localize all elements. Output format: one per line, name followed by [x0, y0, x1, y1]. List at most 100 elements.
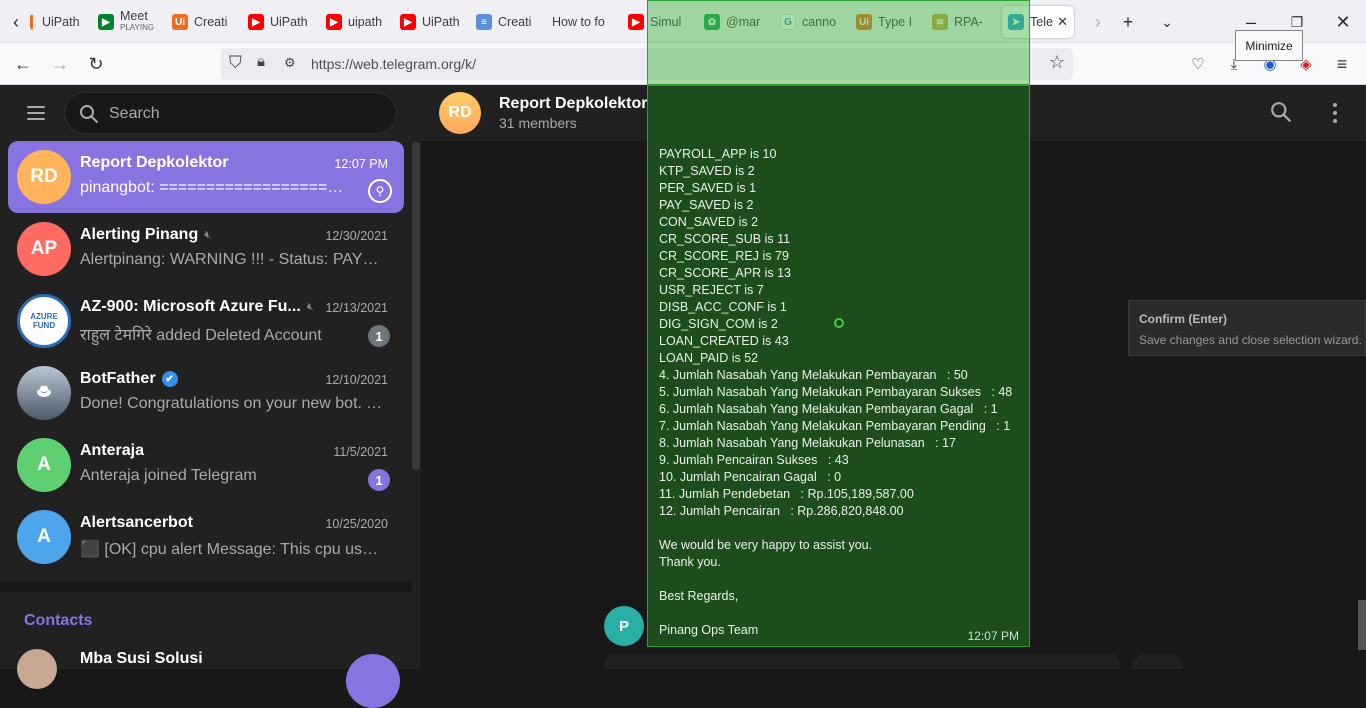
chat-member-count: 31 members — [499, 115, 577, 131]
avatar: AP — [17, 222, 71, 276]
chat-list-item[interactable]: AP Alerting Pinang 🔇︎ 12/30/2021 Alertpinang… — [8, 213, 404, 285]
window-close-button[interactable]: ✕ — [1329, 8, 1357, 36]
chat-avatar[interactable]: RD — [439, 92, 481, 134]
chat-list-item[interactable]: 🎩︎ BotFather ✔ 12/10/2021 Done! Congratulati… — [8, 357, 404, 429]
chat-title[interactable]: Report Depkolektor — [499, 95, 647, 113]
muted-icon: 🔇︎ — [204, 228, 212, 241]
chat-name-text: BotFather — [80, 370, 156, 387]
message-line: 5. Jumlah Nasabah Yang Melakukan Pembaya… — [659, 385, 1013, 399]
message-line: LOAN_PAID is 52 — [659, 351, 759, 365]
message-line: 7. Jumlah Nasabah Yang Melakukan Pembaya… — [659, 419, 1011, 433]
browser-tab[interactable]: Ui Creati — [172, 6, 232, 38]
sender-avatar[interactable]: P — [604, 606, 644, 646]
chat-name-text: Report Depkolektor — [80, 154, 229, 171]
message-line: USR_REJECT is 7 — [659, 283, 764, 297]
message-time: 12:07 PM — [967, 629, 1019, 643]
browser-tab[interactable]: ≡ Creati — [476, 6, 536, 38]
browser-tab[interactable]: ▶ Meet PLAYING — [98, 6, 158, 38]
send-button[interactable] — [1131, 654, 1183, 669]
sidebar-header: Search — [0, 85, 421, 141]
tab-favicon-icon: ▶ — [628, 14, 644, 30]
contact-item[interactable]: Mba Susi Solusi — [8, 640, 404, 689]
chat-list-item[interactable]: A Alertsancerbot 10/25/2020 ⬛ [OK] cpu aler… — [8, 501, 404, 573]
muted-icon: 🔇︎ — [306, 300, 314, 313]
tab-favicon-icon: ▶ — [326, 14, 342, 30]
chat-time: 12/13/2021 — [325, 301, 388, 315]
avatar — [17, 649, 57, 689]
tab-title: Creati — [194, 15, 228, 29]
message-line — [659, 605, 1029, 622]
more-options-icon[interactable] — [1323, 101, 1347, 125]
chat-time: 10/25/2020 — [325, 517, 388, 531]
chat-list-item[interactable]: AZURE FUND AZ-900: Microsoft Azure Fu... 🔇︎… — [8, 285, 404, 357]
search-input[interactable]: Search — [64, 92, 397, 134]
pin-icon[interactable]: ⚲ — [368, 179, 392, 203]
unread-badge: 1 — [368, 469, 390, 491]
shield-icon[interactable]: ⛉ — [229, 53, 242, 73]
message-line: PAYROLL_APP is 10 — [659, 147, 777, 161]
chat-list-sidebar: Search RD Report Depkolektor 12:07 PM pinan… — [0, 85, 421, 708]
hamburger-menu-icon[interactable] — [20, 99, 52, 127]
tab-scroll-left-icon[interactable]: ‹ — [2, 8, 30, 36]
chat-list-item[interactable]: RD Report Depkolektor 12:07 PM pinangbot: =… — [8, 141, 404, 213]
browser-tab[interactable]: How to fo — [552, 6, 612, 38]
tab-title: uipath — [348, 15, 383, 29]
new-chat-button[interactable] — [346, 654, 400, 708]
chat-name: Alertsancerbot — [80, 514, 193, 532]
close-tab-icon[interactable]: ✕ — [1057, 14, 1068, 30]
wizard-confirm-description: Save changes and close selection wizard. — [1139, 333, 1362, 347]
browser-tab[interactable]: ▶ UiPath — [248, 6, 308, 38]
search-icon[interactable] — [1270, 101, 1292, 123]
reload-button[interactable]: ↻ — [82, 50, 110, 78]
tab-title: How to fo — [552, 15, 605, 29]
chat-preview: Done! Congratulations on your new bot. Y… — [80, 395, 386, 412]
back-button[interactable]: ← — [9, 50, 37, 78]
url-text[interactable]: https://web.telegram.org/k/ — [311, 56, 476, 72]
message-line: 9. Jumlah Pencairan Sukses : 43 — [659, 453, 849, 467]
tab-title: Creati — [498, 15, 532, 29]
browser-tab[interactable]: ▶ UiPath — [400, 6, 460, 38]
wizard-confirm-tooltip: Confirm (Enter) Save changes and close s… — [1128, 300, 1366, 356]
message-line: We would be very happy to assist you. — [659, 538, 873, 552]
tab-title: UiPath — [422, 15, 460, 29]
selection-anchor-icon[interactable] — [834, 318, 844, 328]
message-line: DIG_SIGN_COM is 2 — [659, 317, 778, 331]
chat-preview: राहुल टेमगिरे added Deleted Account — [80, 327, 322, 344]
app-menu-icon[interactable]: ≡ — [1328, 50, 1356, 78]
bookmark-star-icon[interactable]: ☆ — [1049, 52, 1065, 73]
chat-name: Alerting Pinang 🔇︎ — [80, 226, 211, 244]
message-bubble[interactable]: PAYROLL_APP is 10 KTP_SAVED is 2 PER_SAVED… — [647, 85, 1030, 647]
new-tab-button[interactable]: + — [1114, 8, 1142, 36]
message-text: PAYROLL_APP is 10 KTP_SAVED is 2 PER_SAVED… — [659, 146, 1029, 639]
browser-tab[interactable]: UiPath — [30, 6, 80, 38]
chat-time: 12/10/2021 — [325, 373, 388, 387]
list-all-tabs-icon[interactable]: ⌄ — [1153, 8, 1181, 36]
message-line: Best Regards, — [659, 589, 739, 603]
lock-icon[interactable]: 🔒︎ — [257, 53, 265, 70]
tab-scroll-right-icon[interactable]: › — [1084, 8, 1112, 36]
message-line — [659, 571, 1029, 588]
message-line — [659, 520, 1029, 537]
chat-list-item[interactable]: A Anteraja 11/5/2021 Anteraja joined Telegr… — [8, 429, 404, 501]
chat-preview: ⬛ [OK] cpu alert Message: This cpu usage… — [80, 541, 386, 558]
tab-favicon-icon: ▶ — [98, 14, 114, 30]
browser-tab[interactable]: ▶ uipath — [326, 6, 386, 38]
sidebar-scrollbar[interactable] — [412, 142, 420, 470]
message-line: CR_SCORE_REJ is 79 — [659, 249, 789, 263]
tab-favicon-icon: ≡ — [476, 14, 492, 30]
message-line: 10. Jumlah Pencairan Gagal : 0 — [659, 470, 842, 484]
avatar: RD — [17, 150, 71, 204]
contacts-heading: Contacts — [24, 612, 93, 629]
chat-preview: pinangbot: =============================… — [80, 179, 350, 196]
avatar: AZURE FUND — [17, 294, 71, 348]
chat-scrollbar[interactable] — [1358, 600, 1366, 650]
tab-title: Meet PLAYING — [120, 11, 155, 32]
pocket-icon[interactable]: ♡ — [1184, 50, 1212, 78]
permissions-icon[interactable]: ⚙ — [284, 55, 296, 71]
chat-name: BotFather ✔ — [80, 370, 178, 388]
forward-button[interactable]: → — [46, 50, 74, 78]
message-line: 11. Jumlah Pendebetan : Rp.105,189,587.0… — [659, 487, 914, 501]
message-input[interactable] — [604, 654, 1120, 669]
avatar: A — [17, 510, 71, 564]
message-line: LOAN_CREATED is 43 — [659, 334, 789, 348]
